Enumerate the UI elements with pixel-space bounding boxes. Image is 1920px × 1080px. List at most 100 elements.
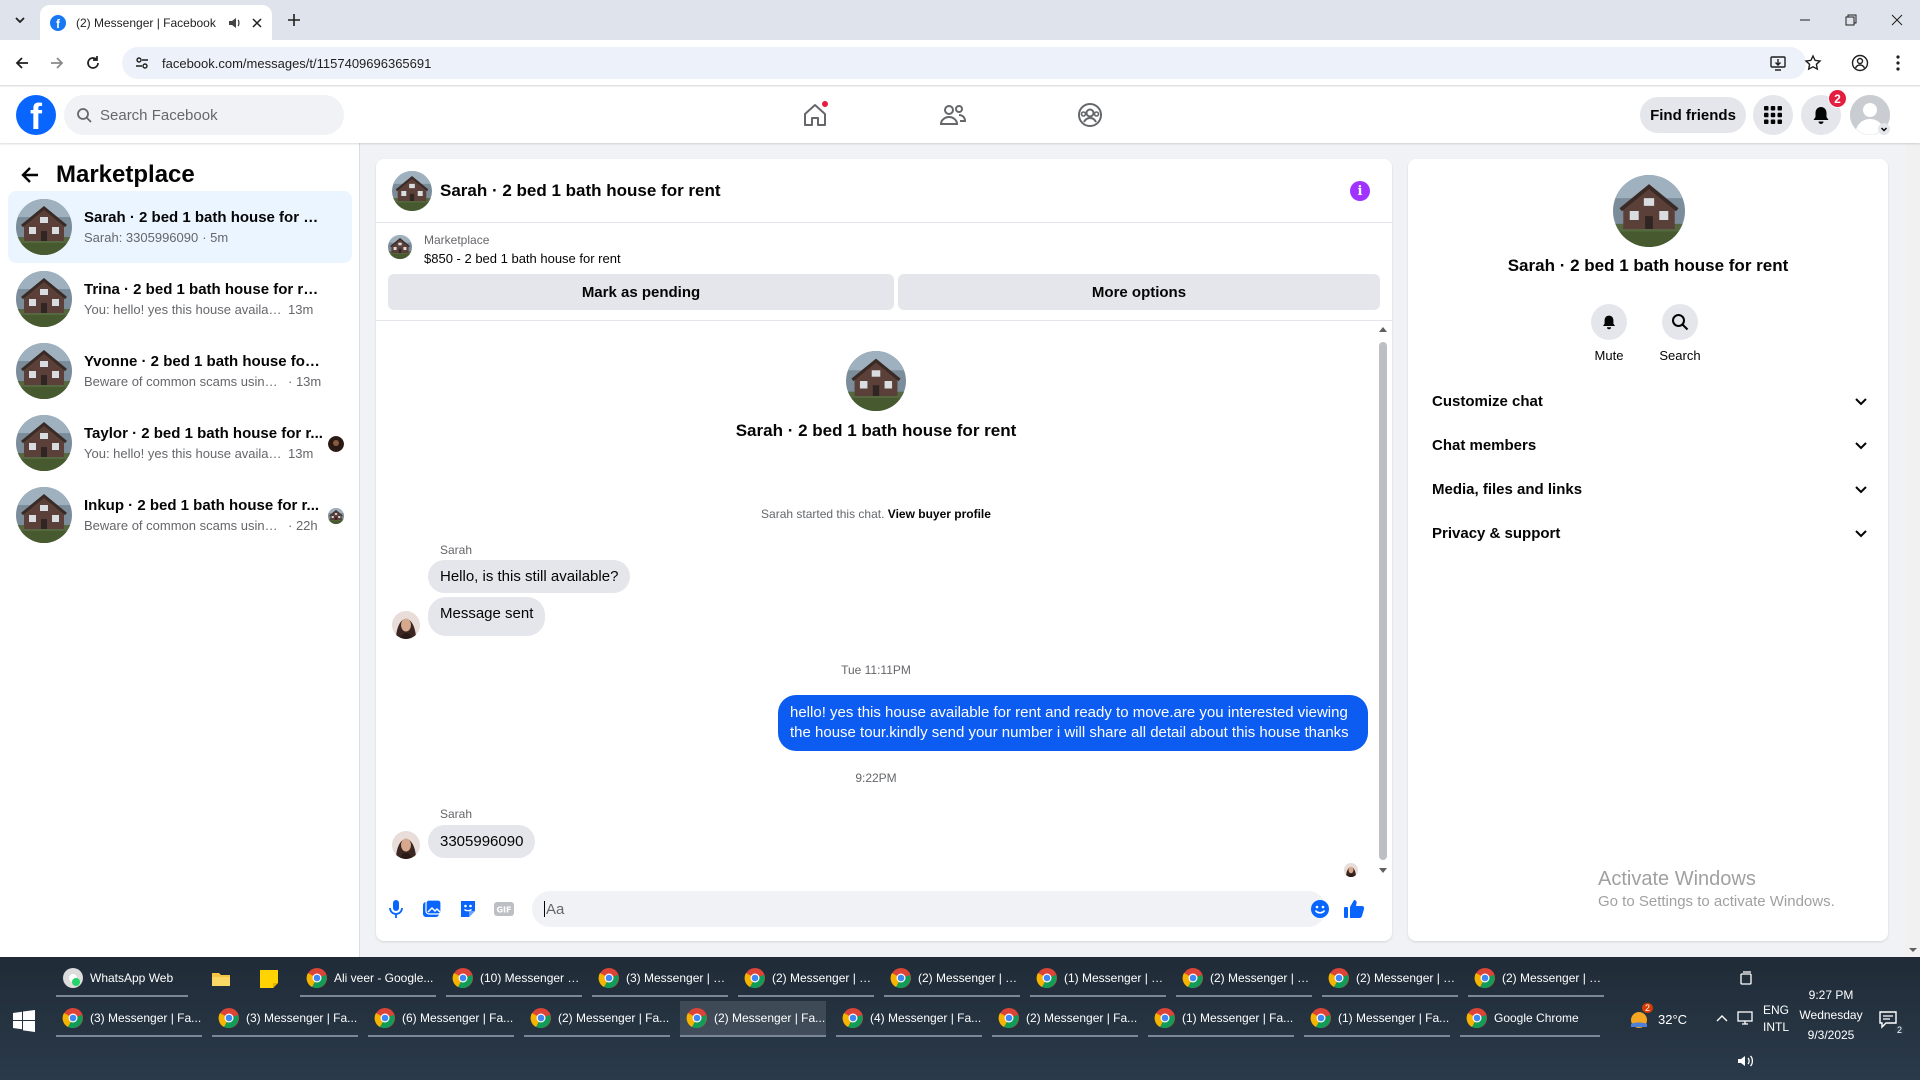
site-info-icon[interactable]: [134, 55, 150, 71]
taskbar-chrome-window[interactable]: (2) Messenger | F...: [1176, 961, 1312, 997]
tab-search-button[interactable]: [8, 8, 32, 32]
search-in-conversation-button[interactable]: Search: [1650, 304, 1710, 363]
listing-title[interactable]: $850 - 2 bed 1 bath house for rent: [424, 251, 621, 266]
menu-button[interactable]: [1753, 95, 1793, 135]
info-icon[interactable]: i: [1350, 181, 1370, 201]
forward-button[interactable]: [45, 51, 69, 75]
restore-button[interactable]: [1828, 0, 1874, 40]
taskbar-chrome-window[interactable]: (10) Messenger | ...: [446, 961, 582, 997]
section-chat-members[interactable]: Chat members: [1416, 423, 1880, 467]
taskbar-chrome-window-active[interactable]: (2) Messenger | Fa...: [680, 1001, 826, 1037]
mark-as-pending-button[interactable]: Mark as pending: [388, 274, 894, 310]
emoji-button[interactable]: [1308, 897, 1332, 921]
find-friends-button[interactable]: Find friends: [1640, 97, 1746, 133]
more-options-button[interactable]: More options: [898, 274, 1380, 310]
conversation-item[interactable]: Sarah · 2 bed 1 bath house for rent Sara…: [8, 191, 352, 263]
incoming-message[interactable]: Message sent: [428, 597, 546, 636]
audio-playing-icon[interactable]: [228, 16, 242, 30]
notification-center-button[interactable]: 2: [1878, 1009, 1904, 1035]
taskbar-chrome-window[interactable]: (2) Messenger | Fa...: [524, 1001, 670, 1037]
section-privacy-support[interactable]: Privacy & support: [1416, 511, 1880, 555]
sticker-button[interactable]: [456, 897, 480, 921]
weather-widget[interactable]: 2 32°C: [1628, 1003, 1687, 1031]
conversation-name: Taylor · 2 bed 1 bath house for r...: [84, 425, 323, 442]
send-like-button[interactable]: [1342, 897, 1366, 921]
close-window-button[interactable]: [1874, 0, 1920, 40]
message-input[interactable]: Aa: [532, 891, 1326, 927]
taskbar-whatsapp[interactable]: WhatsApp Web: [56, 961, 188, 997]
facebook-search-input[interactable]: Search Facebook: [64, 95, 344, 135]
conversation-snippet: Sarah: 3305996090: [84, 230, 199, 245]
taskbar-chrome-window[interactable]: (2) Messenger | Fa...: [992, 1001, 1138, 1037]
back-arrow-icon[interactable]: [20, 165, 40, 185]
volume-icon[interactable]: [1737, 1053, 1755, 1069]
clock[interactable]: 9:27 PM Wednesday 9/3/2025: [1796, 987, 1866, 1044]
task-view-icon[interactable]: [1738, 971, 1754, 987]
back-button[interactable]: [10, 51, 34, 75]
taskbar-file-explorer[interactable]: [204, 961, 236, 997]
facebook-logo[interactable]: f: [16, 95, 56, 135]
nav-friends[interactable]: [933, 95, 973, 135]
taskbar-google-chrome[interactable]: Google Chrome: [1460, 1001, 1600, 1037]
incoming-message[interactable]: Hello, is this still available?: [428, 560, 631, 593]
taskbar-chrome-window[interactable]: (3) Messenger | F...: [592, 961, 728, 997]
network-icon[interactable]: [1737, 1010, 1755, 1026]
conversation-item[interactable]: Taylor · 2 bed 1 bath house for r... You…: [8, 407, 352, 479]
new-tab-button[interactable]: [282, 8, 306, 32]
scrollbar-thumb[interactable]: [1379, 342, 1387, 860]
conversation-item[interactable]: Trina · 2 bed 1 bath house for rent You:…: [8, 263, 352, 335]
taskbar-chrome-window[interactable]: (1) Messenger | Fa...: [1148, 1001, 1294, 1037]
section-media-files-links[interactable]: Media, files and links: [1416, 467, 1880, 511]
account-avatar-button[interactable]: [1850, 95, 1890, 135]
mute-button[interactable]: Mute: [1579, 304, 1639, 363]
taskbar-chrome-window[interactable]: (1) Messenger | F...: [1030, 961, 1166, 997]
taskbar-chrome-window[interactable]: (6) Messenger | Fa...: [368, 1001, 514, 1037]
scroll-down-icon[interactable]: [1379, 868, 1387, 874]
messages-scrollbar[interactable]: [1378, 324, 1388, 874]
close-tab-icon[interactable]: [252, 17, 262, 28]
show-hidden-icons-icon[interactable]: [1716, 1013, 1728, 1023]
listing-thumbnail[interactable]: [388, 235, 412, 259]
install-app-button[interactable]: [1766, 51, 1790, 75]
profile-button[interactable]: [1848, 51, 1872, 75]
taskbar-chrome-window[interactable]: (3) Messenger | Fa...: [212, 1001, 358, 1037]
sender-avatar[interactable]: [392, 611, 420, 639]
gif-button[interactable]: GIF: [492, 897, 516, 921]
sender-avatar[interactable]: [392, 831, 420, 859]
taskbar-chrome-window[interactable]: (2) Messenger | F...: [738, 961, 874, 997]
bookmark-button[interactable]: [1801, 51, 1825, 75]
address-bar[interactable]: facebook.com/messages/t/1157409696365691: [122, 47, 1806, 79]
clock-time: 9:27 PM: [1808, 988, 1854, 1002]
taskbar-chrome-window[interactable]: (2) Messenger | F...: [1468, 961, 1604, 997]
scroll-up-icon[interactable]: [1379, 326, 1387, 332]
browser-tab-active[interactable]: f (2) Messenger | Facebook: [40, 5, 272, 40]
section-customize-chat[interactable]: Customize chat: [1416, 379, 1880, 423]
minimize-button[interactable]: [1782, 0, 1828, 40]
reload-button[interactable]: [81, 51, 105, 75]
taskbar-chrome-window[interactable]: Ali veer - Google...: [300, 961, 436, 997]
nav-groups[interactable]: [1070, 95, 1110, 135]
browser-menu-button[interactable]: [1886, 51, 1910, 75]
facebook-logo-icon: f: [30, 96, 42, 135]
incoming-message[interactable]: 3305996090: [428, 825, 536, 858]
conversation-item[interactable]: Yvonne · 2 bed 1 bath house for rent Bew…: [8, 335, 352, 407]
chat-header-avatar[interactable]: [392, 171, 432, 211]
nav-home[interactable]: [795, 95, 835, 135]
outgoing-message[interactable]: hello! yes this house available for rent…: [778, 695, 1368, 751]
taskbar-chrome-window[interactable]: (3) Messenger | Fa...: [56, 1001, 202, 1037]
view-buyer-profile-link[interactable]: View buyer profile: [888, 507, 991, 521]
conversation-item[interactable]: Inkup · 2 bed 1 bath house for r... Bewa…: [8, 479, 352, 551]
taskbar-sticky-notes[interactable]: [252, 961, 284, 997]
windows-start-icon[interactable]: [12, 1009, 36, 1033]
scroll-down-icon[interactable]: [1906, 945, 1920, 955]
notifications-button[interactable]: 2: [1801, 89, 1847, 135]
input-language[interactable]: ENG INTL: [1758, 1002, 1794, 1036]
voice-clip-button[interactable]: [384, 897, 408, 921]
taskbar-chrome-window[interactable]: (2) Messenger | F...: [1322, 961, 1458, 997]
chat-title[interactable]: Sarah · 2 bed 1 bath house for rent: [440, 181, 721, 201]
page-scrollbar[interactable]: [1906, 87, 1920, 957]
taskbar-chrome-window[interactable]: (1) Messenger | Fa...: [1304, 1001, 1450, 1037]
taskbar-chrome-window[interactable]: (2) Messenger | F...: [884, 961, 1020, 997]
attach-photo-button[interactable]: [420, 897, 444, 921]
taskbar-chrome-window[interactable]: (4) Messenger | Fa...: [836, 1001, 982, 1037]
